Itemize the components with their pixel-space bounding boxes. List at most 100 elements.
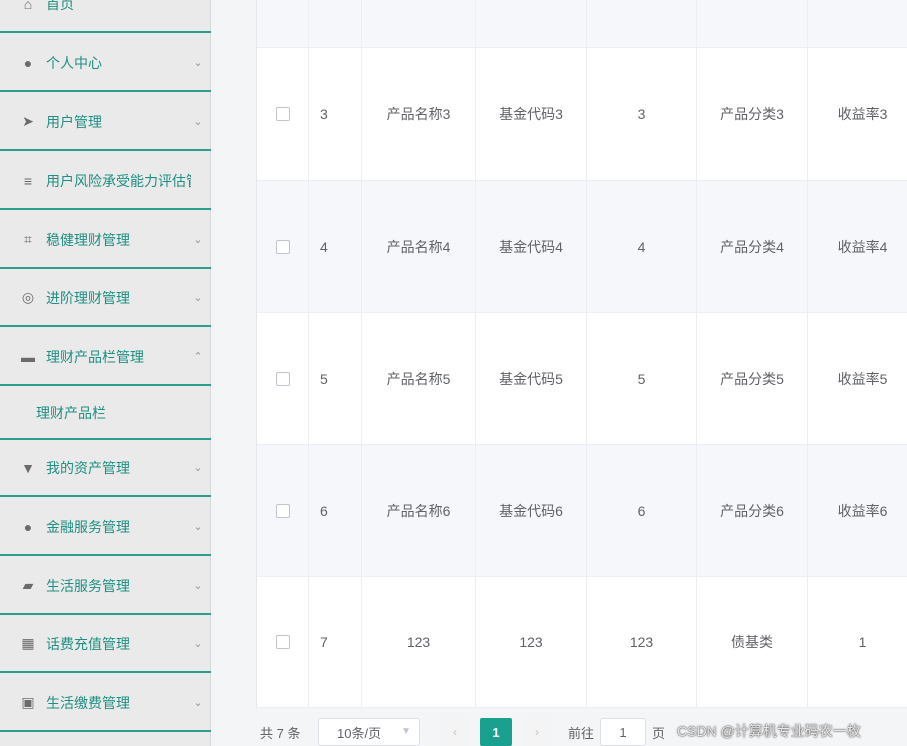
chevron-left-icon: ‹ (453, 725, 457, 739)
sidebar: ⌂ 首页 ● 个人中心 ⌄ ➤ 用户管理 ⌄ ≡ 用户风险承受能力评估管理 ⌗ 稳健理财管理 ⌄ ◎ 进阶理… (0, 0, 211, 746)
sidebar-item-label: 话费充值管理 (46, 635, 130, 652)
chevron-right-icon: › (535, 725, 539, 739)
sidebar-item-8[interactable]: ▼ 我的资产管理 ⌄ (0, 440, 211, 497)
table-cell-name: 123 (362, 577, 476, 707)
sidebar-item-label: 生活缴费管理 (46, 694, 130, 711)
table-cell-rate: 收益率3 (808, 48, 907, 180)
row-checkbox[interactable] (275, 371, 290, 386)
sidebar-item-6[interactable]: ◎ 进阶理财管理 ⌄ (0, 270, 211, 327)
sidebar-item-12[interactable]: ▣ 生活缴费管理 ⌄ (0, 675, 211, 732)
table-row[interactable]: 5 产品名称5 基金代码5 5 产品分类5 收益率5 (257, 313, 907, 445)
ticket-icon: ▰ (22, 577, 34, 593)
table-row[interactable]: 6 产品名称6 基金代码6 6 产品分类6 收益率6 (257, 445, 907, 577)
table-cell-idx: 5 (309, 313, 362, 444)
table-row[interactable]: 7 123 123 123 债基类 1 (257, 577, 907, 708)
chevron-down-icon: ⌄ (193, 57, 203, 69)
row-select-cell (257, 445, 309, 576)
row-checkbox[interactable] (275, 635, 290, 649)
table-cell-idx (309, 0, 362, 47)
row-checkbox[interactable] (275, 239, 290, 254)
chevron-down-icon: ⌄ (193, 292, 203, 304)
table-cell-idx: 3 (309, 48, 362, 180)
page-size-value: 10条/页 (337, 725, 382, 741)
table-cell-num: 123 (587, 577, 697, 707)
sidebar-item-9[interactable]: ● 金融服务管理 ⌄ (0, 499, 211, 556)
sidebar-item-label: 个人中心 (46, 54, 102, 71)
table-row[interactable]: 4 产品名称4 基金代码4 4 产品分类4 收益率4 (257, 181, 907, 313)
pin-icon: ● (23, 518, 33, 535)
sidebar-item-3[interactable]: ➤ 用户管理 ⌄ (0, 94, 211, 151)
table-cell-num: 4 (587, 181, 697, 312)
table-row[interactable] (257, 0, 907, 48)
table-cell-category (697, 0, 808, 47)
submenu-item-label: 理财产品栏 (36, 405, 106, 421)
sidebar-item-label: 进阶理财管理 (46, 289, 130, 306)
row-select-cell (257, 577, 309, 707)
sidebar-item-label: 用户管理 (46, 113, 102, 130)
sidebar-item-4[interactable]: ≡ 用户风险承受能力评估管理 (0, 153, 211, 210)
prev-page-button[interactable]: ‹ (440, 718, 470, 746)
table-cell-code: 基金代码3 (476, 48, 587, 180)
goto-page-input[interactable]: 1 (600, 718, 647, 746)
table-cell-num: 5 (587, 313, 697, 444)
page-size-select[interactable]: 10条/页 ▼ (318, 718, 420, 746)
sidebar-item-1[interactable]: ⌂ 首页 (0, 0, 211, 33)
sidebar-item-label: 理财产品栏管理 (46, 348, 144, 365)
sidebar-item-2[interactable]: ● 个人中心 ⌄ (0, 35, 211, 92)
page-suffix-label: 页 (652, 725, 666, 741)
table-cell-category: 产品分类3 (697, 48, 808, 180)
chevron-down-icon: ⌄ (193, 697, 203, 709)
table-cell-category: 产品分类6 (697, 445, 808, 576)
row-select-cell (257, 0, 309, 47)
next-page-button[interactable]: › (522, 718, 552, 746)
table-cell-rate: 收益率5 (808, 313, 907, 444)
chevron-down-icon: ▼ (401, 726, 411, 737)
sidebar-item-label: 生活服务管理 (46, 577, 130, 594)
briefcase-icon: ▬ (21, 348, 35, 365)
table-cell-code (476, 0, 587, 47)
crop-icon: ⌗ (24, 231, 32, 247)
chevron-down-icon: ⌄ (193, 116, 203, 128)
sidebar-item-10[interactable]: ▰ 生活服务管理 ⌄ (0, 558, 211, 615)
table-cell-num: 6 (587, 445, 697, 576)
table-cell-code: 123 (476, 577, 587, 707)
send-icon: ➤ (22, 113, 34, 129)
row-checkbox[interactable] (275, 503, 290, 518)
pagination-total: 共 7 条 (260, 725, 301, 741)
product-table: 3 产品名称3 基金代码3 3 产品分类3 收益率3 4 产品名称4 基金代码4 4 产品分类4 收益… (256, 0, 907, 708)
table-cell-code: 基金代码6 (476, 445, 587, 576)
row-select-cell (257, 48, 309, 180)
table-cell-num (587, 0, 697, 47)
table-cell-name: 产品名称6 (362, 445, 476, 576)
sidebar-item-5[interactable]: ⌗ 稳健理财管理 ⌄ (0, 212, 211, 269)
table-cell-rate: 收益率6 (808, 445, 907, 576)
sidebar-item-7[interactable]: ▬ 理财产品栏管理 ⌃ (0, 329, 211, 386)
table-cell-name: 产品名称4 (362, 181, 476, 312)
stamp-icon: ▼ (21, 459, 35, 476)
sidebar-item-11[interactable]: ▦ 话费充值管理 ⌄ (0, 616, 211, 673)
table-cell-name (362, 0, 476, 47)
row-select-cell (257, 313, 309, 444)
gauge-icon: ◎ (21, 289, 35, 305)
list-icon: ≡ (23, 172, 33, 189)
table-cell-category: 债基类 (697, 577, 808, 707)
table-row[interactable]: 3 产品名称3 基金代码3 3 产品分类3 收益率3 (257, 48, 907, 181)
chevron-down-icon: ⌄ (193, 462, 203, 474)
wallet-icon: ▣ (21, 694, 35, 710)
table-cell-num: 3 (587, 48, 697, 180)
main-content: 3 产品名称3 基金代码3 3 产品分类3 收益率3 4 产品名称4 基金代码4 4 产品分类4 收益… (211, 0, 907, 746)
table-cell-name: 产品名称5 (362, 313, 476, 444)
table-cell-idx: 6 (309, 445, 362, 576)
submenu-item-products[interactable]: 理财产品栏 (0, 388, 211, 440)
home-icon: ⌂ (23, 0, 33, 12)
row-select-cell (257, 181, 309, 312)
table-cell-category: 产品分类4 (697, 181, 808, 312)
table-cell-rate: 1 (808, 577, 907, 707)
row-checkbox[interactable] (275, 107, 290, 121)
chevron-up-icon: ⌃ (193, 351, 203, 363)
sidebar-item-label: 首页 (46, 0, 74, 12)
page-number-current[interactable]: 1 (480, 718, 512, 746)
table-cell-idx: 4 (309, 181, 362, 312)
chevron-down-icon: ⌄ (193, 234, 203, 246)
sidebar-item-label: 我的资产管理 (46, 459, 130, 476)
